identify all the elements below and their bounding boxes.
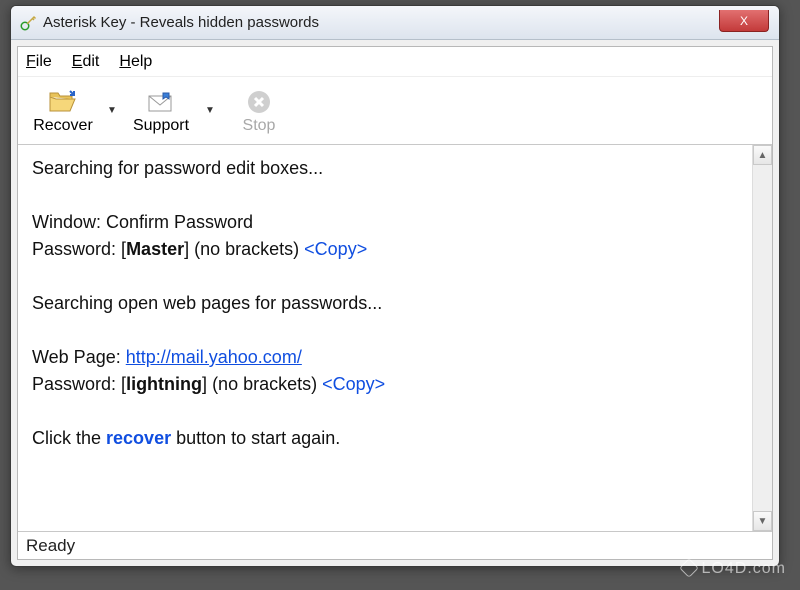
close-icon: X — [740, 14, 748, 28]
recover-button[interactable]: Recover — [26, 81, 100, 141]
menu-edit[interactable]: Edit — [72, 53, 100, 71]
support-button[interactable]: Support — [124, 81, 198, 141]
close-button[interactable]: X — [719, 10, 769, 32]
folder-open-icon — [48, 87, 78, 117]
recover-word: recover — [106, 428, 171, 448]
menu-file[interactable]: File — [26, 53, 52, 71]
menubar: File Edit Help — [18, 47, 772, 77]
window-title: Asterisk Key - Reveals hidden passwords — [43, 14, 319, 31]
log-output: Searching for password edit boxes... Win… — [18, 145, 752, 531]
copy-link[interactable]: <Copy> — [322, 374, 385, 394]
recover-label: Recover — [33, 117, 93, 135]
scroll-up-icon[interactable]: ▲ — [753, 145, 772, 165]
menu-help[interactable]: Help — [119, 53, 152, 71]
copy-link[interactable]: <Copy> — [304, 239, 367, 259]
webpage-link[interactable]: http://mail.yahoo.com/ — [126, 347, 302, 367]
support-label: Support — [133, 117, 189, 135]
log-line: Click the recover button to start again. — [32, 425, 738, 452]
titlebar[interactable]: Asterisk Key - Reveals hidden passwords … — [11, 6, 779, 40]
recover-dropdown-arrow-icon[interactable]: ▼ — [106, 105, 118, 116]
content-area: Searching for password edit boxes... Win… — [18, 145, 772, 531]
status-text: Ready — [26, 536, 75, 556]
vertical-scrollbar[interactable]: ▲ ▼ — [752, 145, 772, 531]
password-value: lightning — [126, 374, 202, 394]
log-line: Searching for password edit boxes... — [32, 155, 738, 182]
envelope-icon — [146, 87, 176, 117]
watermark: LO4D.com — [682, 560, 786, 578]
stop-icon — [246, 87, 272, 117]
support-dropdown-arrow-icon[interactable]: ▼ — [204, 105, 216, 116]
statusbar: Ready — [18, 531, 772, 559]
log-line: Window: Confirm Password — [32, 209, 738, 236]
app-window: Asterisk Key - Reveals hidden passwords … — [10, 5, 780, 567]
scroll-down-icon[interactable]: ▼ — [753, 511, 772, 531]
toolbar: Recover ▼ Support ▼ — [18, 77, 772, 145]
stop-button: Stop — [222, 81, 296, 141]
client-area: File Edit Help Recover ▼ — [17, 46, 773, 560]
password-value: Master — [126, 239, 184, 259]
log-line: Password: [lightning] (no brackets) <Cop… — [32, 371, 738, 398]
log-line: Web Page: http://mail.yahoo.com/ — [32, 344, 738, 371]
stop-label: Stop — [243, 117, 276, 135]
scroll-track[interactable] — [753, 165, 772, 511]
log-line: Password: [Master] (no brackets) <Copy> — [32, 236, 738, 263]
key-icon — [19, 14, 37, 32]
log-line: Searching open web pages for passwords..… — [32, 290, 738, 317]
watermark-icon — [679, 558, 699, 578]
